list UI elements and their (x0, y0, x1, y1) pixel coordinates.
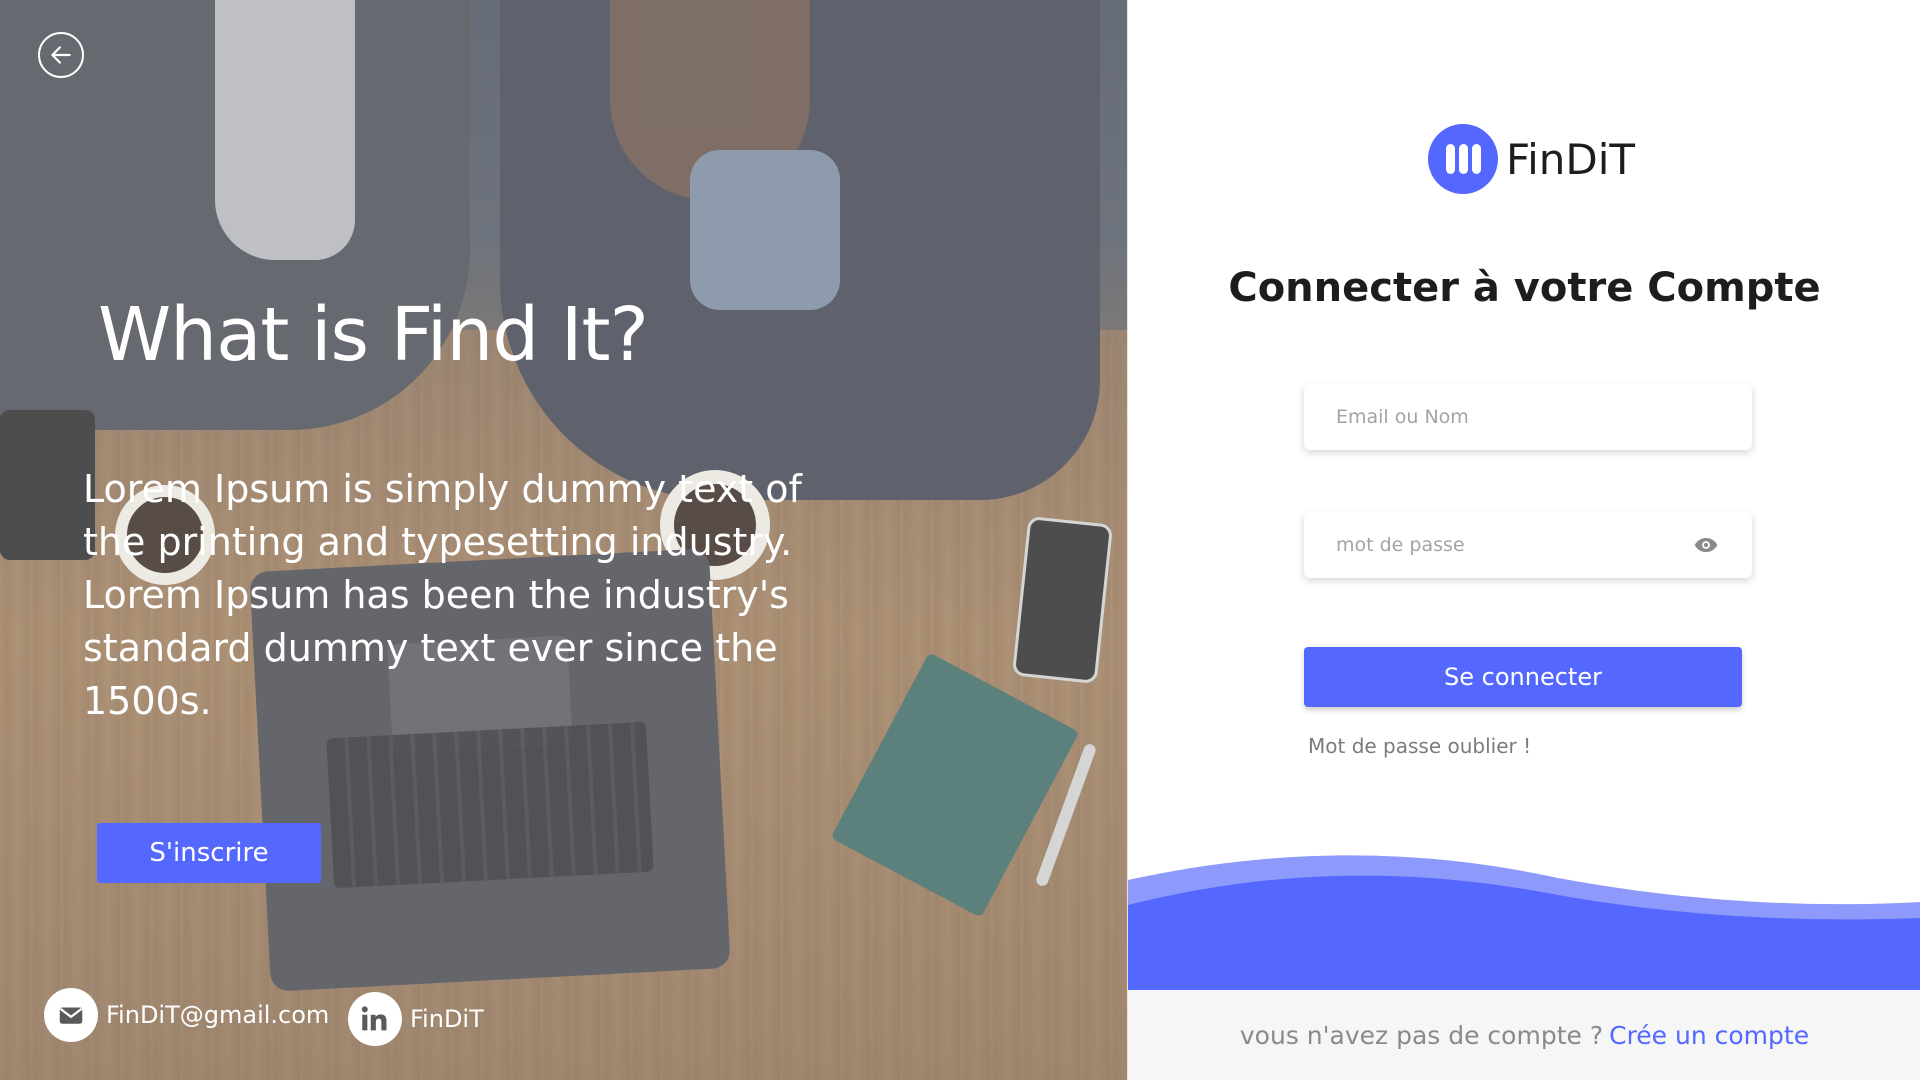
hero-description: Lorem Ipsum is simply dummy text of the … (83, 467, 802, 723)
contact-email[interactable]: FinDiT@gmail.com (44, 988, 329, 1042)
create-account-link[interactable]: Crée un compte (1609, 1021, 1809, 1050)
brand-name: FinDiT (1506, 134, 1636, 184)
mail-icon (44, 988, 98, 1042)
contact-linkedin[interactable]: FinDiT (348, 992, 484, 1046)
decorative-wave (1128, 855, 1920, 990)
password-field[interactable] (1304, 512, 1752, 578)
signup-button[interactable]: S'inscrire (97, 823, 321, 883)
signup-footer: vous n'avez pas de compte ? Crée un comp… (1128, 990, 1920, 1080)
hero-panel: What is Find It? Lorem Ipsum is simply d… (0, 0, 1127, 1080)
linkedin-icon (348, 992, 402, 1046)
login-title: Connecter à votre Compte (1228, 265, 1821, 311)
no-account-text: vous n'avez pas de compte ? (1239, 1020, 1604, 1050)
email-field[interactable] (1304, 384, 1752, 450)
email-input[interactable] (1336, 406, 1720, 428)
eye-icon[interactable] (1692, 530, 1720, 560)
brand-logo: FinDiT (1428, 124, 1635, 194)
password-input[interactable] (1336, 534, 1693, 556)
contact-linkedin-text: FinDiT (410, 1005, 484, 1033)
login-button[interactable]: Se connecter (1304, 647, 1742, 707)
back-button[interactable] (38, 32, 84, 78)
hero-title: What is Find It? (98, 292, 649, 378)
findit-logo-icon (1428, 124, 1498, 194)
forgot-password-link[interactable]: Mot de passe oublier ! (1308, 734, 1531, 758)
contact-email-text: FinDiT@gmail.com (106, 1001, 330, 1029)
login-panel: FinDiT Connecter à votre Compte Se conne… (1127, 0, 1920, 1080)
arrow-left-icon (51, 46, 71, 64)
